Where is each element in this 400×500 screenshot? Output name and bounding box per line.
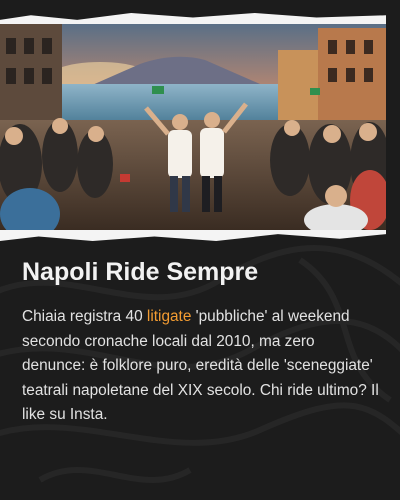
body-text-end: 'pubbliche' al weekend secondo cronache … bbox=[22, 308, 379, 423]
highlighted-keyword: litigate bbox=[146, 308, 192, 325]
body-text-start: Chiaia registra 40 bbox=[22, 308, 147, 325]
post-title: Napoli Ride Sempre bbox=[22, 258, 259, 286]
post-body: Chiaia registra 40 litigate 'pubbliche' … bbox=[22, 305, 380, 428]
naples-street-celebration-photo bbox=[0, 24, 386, 230]
